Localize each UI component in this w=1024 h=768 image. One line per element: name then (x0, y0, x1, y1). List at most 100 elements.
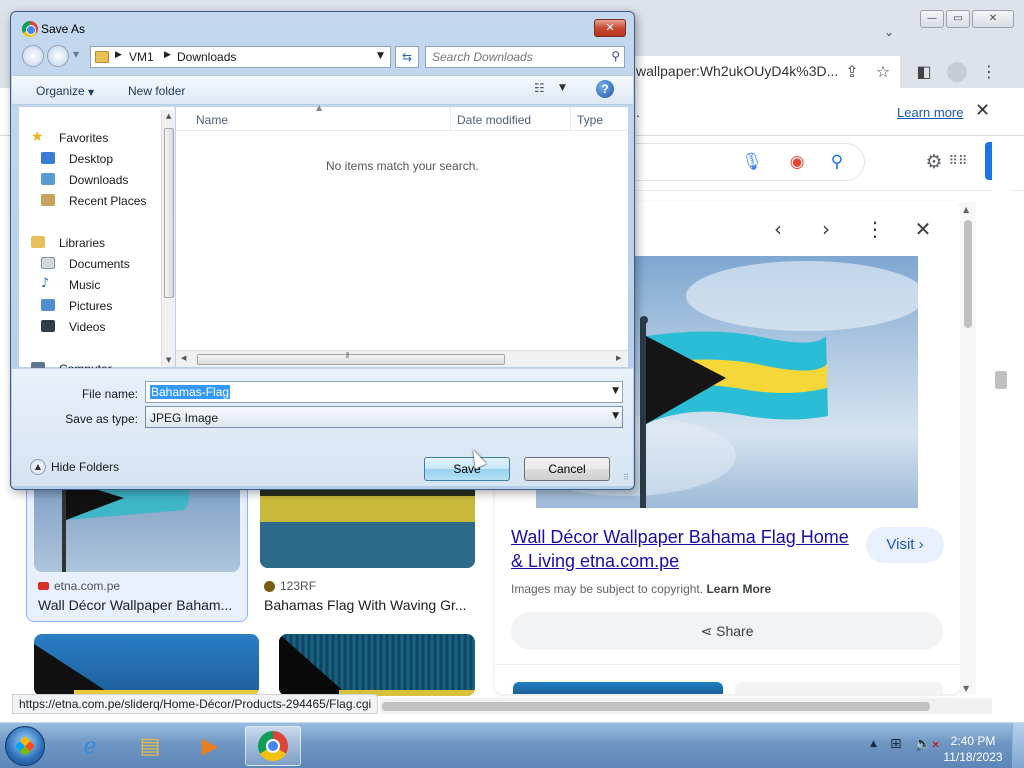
google-apps-icon[interactable]: ⠿⠿ (946, 150, 970, 174)
scroll-up-arrow-icon[interactable]: ▲ (963, 205, 969, 214)
share-button[interactable]: ⋖ Share (511, 612, 943, 650)
breadcrumb-arrow-icon[interactable]: ▶ (164, 50, 171, 60)
result-thumbnail[interactable] (279, 634, 475, 696)
dialog-close-button[interactable]: ✕ (594, 19, 626, 37)
help-icon[interactable]: ? (596, 80, 614, 98)
result-title[interactable]: Bahamas Flag With Waving Gr... (264, 597, 474, 613)
refresh-button[interactable]: ⇆ (395, 46, 419, 68)
save-button[interactable]: Save (424, 457, 510, 481)
address-bar-text[interactable]: wallpaper:Wh2ukOUyD4k%3D... (636, 63, 838, 79)
profile-avatar-icon[interactable] (945, 60, 969, 84)
settings-gear-icon[interactable]: ⚙ (922, 150, 946, 174)
save-as-type-value[interactable]: JPEG Image (150, 411, 218, 425)
column-type-header[interactable]: Type (577, 113, 603, 127)
scroll-right-arrow-icon[interactable]: ▶ (616, 354, 621, 362)
save-as-type-select[interactable]: JPEG Image ▼ (145, 406, 623, 428)
organize-button[interactable]: Organize ▼ (36, 84, 94, 98)
column-name-header[interactable]: Name (196, 113, 228, 127)
close-window-button[interactable]: ✕ (972, 10, 1014, 28)
scroll-down-arrow-icon[interactable]: ▼ (963, 684, 969, 693)
save-as-type-dropdown-icon[interactable]: ▼ (612, 411, 619, 421)
file-list-horizontal-scrollbar[interactable]: ◀ ⦀ ▶ (176, 350, 628, 367)
more-options-icon[interactable]: ⋮ (862, 216, 888, 242)
result-thumbnail[interactable] (34, 634, 259, 696)
result-title[interactable]: Wall Décor Wallpaper Baham... (38, 597, 238, 613)
scroll-down-arrow-icon[interactable]: ▼ (166, 356, 171, 364)
next-image-icon[interactable]: › (813, 216, 839, 242)
dialog-titlebar[interactable]: Save As ✕ (11, 12, 634, 42)
chrome-taskbar-icon[interactable] (245, 726, 301, 766)
related-image-thumbnail[interactable] (513, 682, 723, 694)
media-player-taskbar-icon[interactable]: ▶ (182, 726, 238, 766)
search-box[interactable]: ⚲ (425, 46, 625, 68)
lens-icon[interactable]: ◉ (785, 150, 809, 174)
page-scrollbar-thumb[interactable] (995, 371, 1007, 389)
navigation-pane-scrollbar-thumb[interactable] (164, 128, 174, 298)
show-desktop-button[interactable] (1012, 723, 1024, 768)
nav-libraries[interactable]: Libraries (59, 236, 105, 250)
search-icon[interactable]: ⚲ (611, 49, 620, 63)
file-explorer-taskbar-icon[interactable]: ▤ (122, 726, 178, 766)
hide-folders-button[interactable]: ▲ Hide Folders (30, 459, 119, 475)
show-hidden-icons-icon[interactable]: ▲ (870, 739, 877, 749)
close-preview-icon[interactable]: ✕ (910, 216, 936, 242)
side-panel-icon[interactable]: ◧ (912, 60, 936, 84)
view-options-dropdown-icon[interactable]: ▼ (559, 83, 566, 93)
address-dropdown-icon[interactable]: ▼ (377, 51, 384, 61)
resize-grip-icon[interactable]: ⠿ (623, 473, 629, 482)
nav-recent-places[interactable]: Recent Places (69, 194, 146, 208)
address-breadcrumb[interactable]: ▶ VM1 ▶ Downloads ▼ (90, 46, 391, 68)
nav-documents[interactable]: Documents (69, 257, 130, 271)
internet-explorer-taskbar-icon[interactable]: ℯ (62, 726, 118, 766)
learn-more-link[interactable]: Learn more (897, 105, 963, 120)
horizontal-scrollbar-thumb[interactable] (382, 702, 930, 711)
change-view-icon[interactable]: ☷ (534, 81, 545, 95)
column-date-modified-header[interactable]: Date modified (457, 113, 531, 127)
horizontal-scrollbar[interactable] (380, 698, 992, 714)
search-icon[interactable]: ⚲ (825, 150, 849, 174)
cancel-button[interactable]: Cancel (524, 457, 610, 481)
forward-button[interactable] (47, 45, 69, 67)
file-name-value[interactable]: Bahamas-Flag (150, 385, 231, 399)
result-thumbnail[interactable] (34, 480, 240, 572)
breadcrumb-arrow-icon[interactable]: ▶ (115, 50, 122, 60)
nav-music[interactable]: Music (69, 278, 100, 292)
share-icon[interactable]: ⇪ (840, 60, 864, 84)
nav-favorites[interactable]: Favorites (59, 131, 108, 145)
scroll-up-arrow-icon[interactable]: ▲ (166, 112, 171, 120)
search-input[interactable] (432, 50, 602, 64)
breadcrumb-vm1[interactable]: VM1 (129, 50, 154, 64)
tab-search-icon[interactable]: ⌄ (884, 25, 894, 39)
nav-downloads[interactable]: Downloads (69, 173, 128, 187)
preview-scrollbar-thumb[interactable] (964, 220, 972, 328)
bookmark-star-icon[interactable]: ☆ (871, 60, 895, 84)
file-list-scrollbar-thumb[interactable] (197, 354, 505, 365)
file-name-dropdown-icon[interactable]: ▼ (612, 386, 619, 396)
nav-desktop[interactable]: Desktop (69, 152, 113, 166)
new-folder-button[interactable]: New folder (128, 84, 185, 98)
preview-title-link[interactable]: Wall Décor Wallpaper Bahama Flag Home & … (511, 525, 856, 573)
back-button[interactable] (22, 45, 44, 67)
voice-search-icon[interactable]: 🎙 (740, 150, 764, 174)
browser-menu-icon[interactable]: ⋮ (977, 60, 1001, 84)
volume-muted-icon[interactable]: 🔈✕ (914, 736, 940, 752)
clock-date[interactable]: 11/18/2023 (940, 750, 1006, 764)
file-name-input[interactable]: Bahamas-Flag ▼ (145, 381, 623, 403)
breadcrumb-downloads[interactable]: Downloads (177, 50, 236, 64)
preview-scrollbar[interactable] (960, 202, 976, 694)
scroll-left-arrow-icon[interactable]: ◀ (181, 354, 186, 362)
file-list-pane[interactable]: ▲ Name Date modified Type No items match… (176, 103, 628, 367)
visit-button[interactable]: Visit › (866, 527, 944, 563)
start-button[interactable] (5, 726, 45, 766)
clock-time[interactable]: 2:40 PM (940, 734, 1006, 748)
network-icon[interactable]: ⊞ (890, 736, 902, 752)
page-scrollbar[interactable] (992, 136, 1010, 694)
recent-locations-dropdown-icon[interactable]: ▼ (73, 50, 79, 59)
nav-pictures[interactable]: Pictures (69, 299, 112, 313)
info-bar-close-icon[interactable]: ✕ (975, 100, 990, 121)
previous-image-icon[interactable]: ‹ (765, 216, 791, 242)
column-divider[interactable] (450, 107, 451, 131)
related-image-thumbnail[interactable] (735, 682, 943, 694)
nav-videos[interactable]: Videos (69, 320, 105, 334)
result-thumbnail[interactable] (260, 480, 475, 568)
